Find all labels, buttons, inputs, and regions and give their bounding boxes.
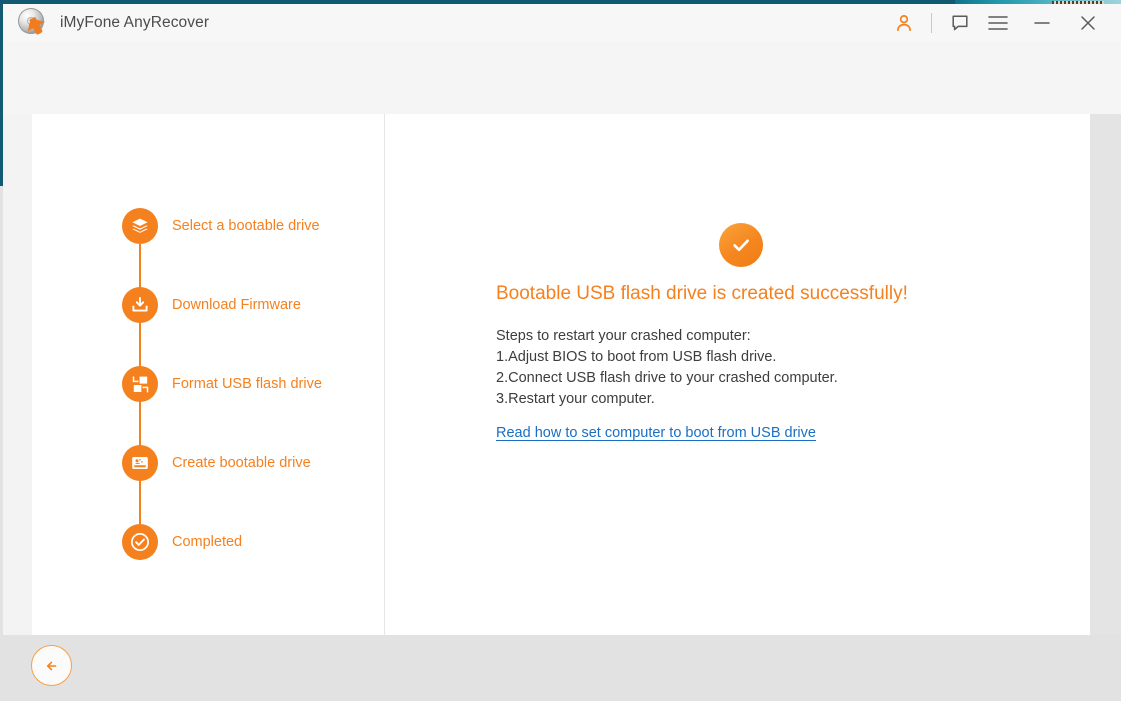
sidebar-item-download-firmware[interactable]: Download Firmware bbox=[122, 287, 301, 323]
sidebar-item-label: Create bootable drive bbox=[172, 455, 311, 471]
arrow-left-icon bbox=[42, 656, 62, 676]
check-circle-icon bbox=[122, 524, 158, 560]
panel-surround-left bbox=[3, 114, 32, 635]
window-controls bbox=[882, 4, 1121, 41]
titlebar-divider bbox=[931, 13, 932, 33]
sidebar-item-create-bootable-drive[interactable]: Create bootable drive bbox=[122, 445, 311, 481]
instruction-line: 2.Connect USB flash drive to your crashe… bbox=[496, 368, 838, 389]
help-link[interactable]: Read how to set computer to boot from US… bbox=[496, 425, 816, 441]
layers-icon bbox=[122, 208, 158, 244]
bootable-drive-icon bbox=[122, 445, 158, 481]
back-button[interactable] bbox=[31, 645, 72, 686]
hamburger-menu-icon[interactable] bbox=[979, 4, 1017, 41]
instructions-block: Steps to restart your crashed computer: … bbox=[496, 326, 838, 410]
title-bar: iMyFone AnyRecover bbox=[3, 4, 1121, 42]
sidebar-item-completed[interactable]: Completed bbox=[122, 524, 242, 560]
cd-disc-cursor-logo-icon bbox=[16, 7, 50, 38]
instructions-title: Steps to restart your crashed computer: bbox=[496, 326, 838, 347]
minimize-icon[interactable] bbox=[1023, 4, 1061, 41]
sidebar-item-label: Completed bbox=[172, 534, 242, 550]
content-panel: Select a bootable drive Download Firmwar… bbox=[32, 114, 1090, 635]
result-area: Bootable USB flash drive is created succ… bbox=[385, 114, 1090, 635]
steps-sidebar: Select a bootable drive Download Firmwar… bbox=[32, 114, 385, 635]
app-title: iMyFone AnyRecover bbox=[60, 14, 209, 32]
download-icon bbox=[122, 287, 158, 323]
application-window: iMyFone AnyRecover bbox=[3, 4, 1121, 701]
sidebar-item-label: Download Firmware bbox=[172, 297, 301, 313]
success-check-icon bbox=[719, 223, 763, 267]
cursor-arrow-head bbox=[28, 19, 45, 35]
feedback-icon[interactable] bbox=[941, 4, 979, 41]
panel-surround-bottom bbox=[3, 635, 1121, 701]
sidebar-item-format-usb-flash-drive[interactable]: Format USB flash drive bbox=[122, 366, 322, 402]
instruction-line: 3.Restart your computer. bbox=[496, 389, 838, 410]
format-icon bbox=[122, 366, 158, 402]
sidebar-item-label: Select a bootable drive bbox=[172, 218, 320, 234]
panel-surround-top bbox=[3, 41, 1121, 114]
account-icon[interactable] bbox=[882, 4, 926, 41]
close-icon[interactable] bbox=[1069, 4, 1107, 41]
success-heading: Bootable USB flash drive is created succ… bbox=[496, 283, 908, 305]
instruction-line: 1.Adjust BIOS to boot from USB flash dri… bbox=[496, 347, 838, 368]
panel-surround-right bbox=[1090, 114, 1121, 635]
sidebar-item-select-bootable-drive[interactable]: Select a bootable drive bbox=[122, 208, 320, 244]
sidebar-item-label: Format USB flash drive bbox=[172, 376, 322, 392]
